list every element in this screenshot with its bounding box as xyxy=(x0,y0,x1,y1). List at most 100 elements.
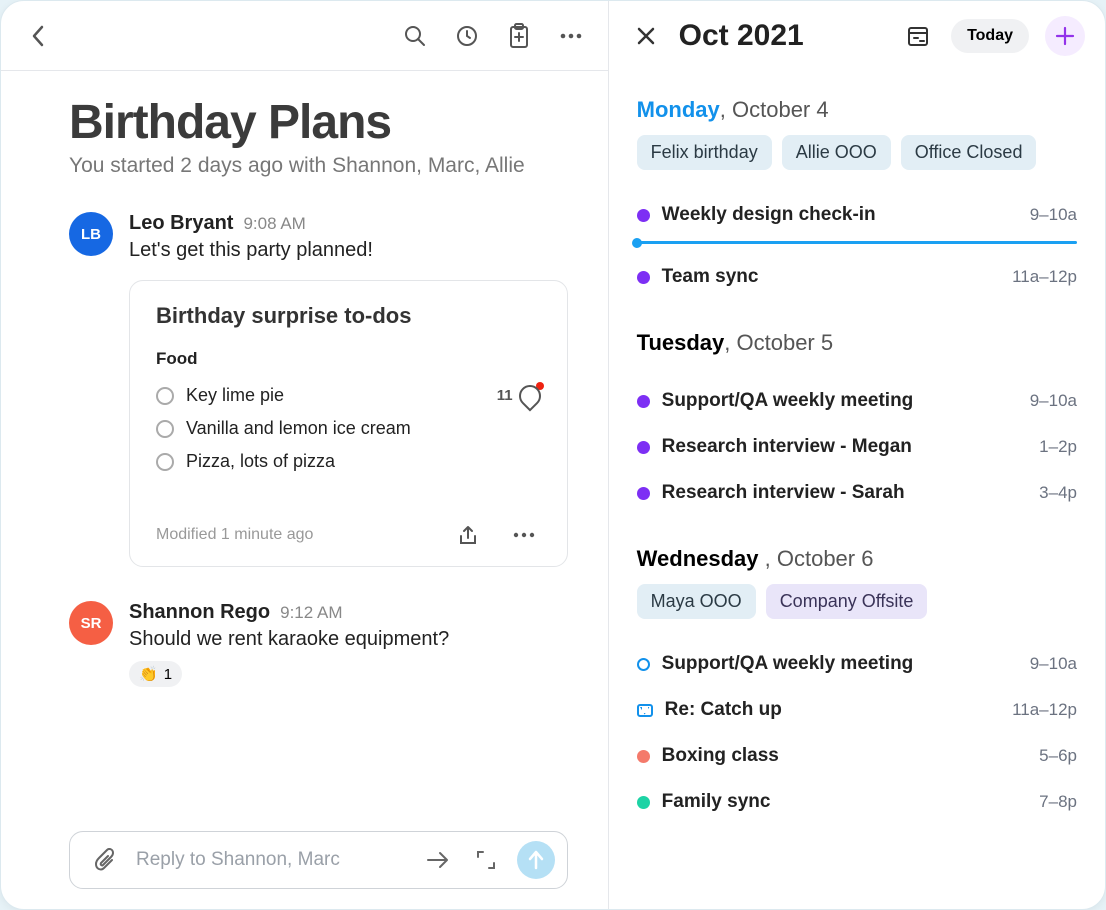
day-date: , October 6 xyxy=(765,546,874,571)
allday-chip[interactable]: Felix birthday xyxy=(637,135,772,170)
calendar-pane: Oct 2021 Today Monday, October 4Felix bi… xyxy=(609,1,1105,909)
message-time: 9:08 AM xyxy=(243,214,305,234)
plus-icon xyxy=(1055,26,1075,46)
day-block: Monday, October 4 Felix birthday Allie OOO… xyxy=(637,97,1077,300)
mail-icon xyxy=(637,704,653,717)
event-dot-icon xyxy=(637,441,650,454)
agenda-list: Monday, October 4 Felix birthday Allie OOO… xyxy=(609,71,1105,909)
paperclip-icon xyxy=(94,848,116,872)
today-button[interactable]: Today xyxy=(951,19,1029,53)
expand-button[interactable] xyxy=(469,843,503,877)
message-body: Leo Bryant 9:08 AM Let's get this party pl… xyxy=(129,212,568,567)
day-date: , October 4 xyxy=(720,97,829,122)
reply-input[interactable] xyxy=(136,849,407,871)
avatar[interactable]: SR xyxy=(69,601,113,645)
more-button[interactable] xyxy=(554,19,588,53)
event-dot-icon xyxy=(637,395,650,408)
search-button[interactable] xyxy=(398,19,432,53)
event-row[interactable]: Support/QA weekly meeting9–10a xyxy=(637,641,1077,687)
day-header: Wednesday , October 6 xyxy=(637,546,1077,572)
clipboard-button[interactable] xyxy=(502,19,536,53)
arrow-right-icon xyxy=(426,850,450,870)
day-header: Monday, October 4 xyxy=(637,97,1077,123)
card-more-button[interactable] xyxy=(507,518,541,552)
search-icon xyxy=(403,24,427,48)
event-row[interactable]: Boxing class5–6p xyxy=(637,733,1077,779)
close-icon xyxy=(636,26,656,46)
history-button[interactable] xyxy=(450,19,484,53)
card-title: Birthday surprise to-dos xyxy=(156,303,541,329)
chat-content: Birthday Plans You started 2 days ago wi… xyxy=(1,71,608,823)
todo-checkbox[interactable] xyxy=(156,420,174,438)
allday-chip[interactable]: Allie OOO xyxy=(782,135,891,170)
event-title: Family sync xyxy=(662,791,1028,813)
event-row[interactable]: Support/QA weekly meeting 9–10a xyxy=(637,378,1077,424)
attach-button[interactable] xyxy=(88,843,122,877)
todo-item[interactable]: Pizza, lots of pizza xyxy=(156,445,541,478)
allday-chip[interactable]: Company Offsite xyxy=(766,584,928,619)
todo-label: Key lime pie xyxy=(186,385,284,406)
day-of-week: Wednesday xyxy=(637,546,765,571)
allday-chip[interactable]: Office Closed xyxy=(901,135,1037,170)
todo-checkbox[interactable] xyxy=(156,387,174,405)
chat-toolbar xyxy=(398,19,588,53)
event-row[interactable]: Family sync 7–8p xyxy=(637,779,1077,825)
event-title: Research interview - Megan xyxy=(662,436,1028,458)
avatar[interactable]: LB xyxy=(69,212,113,256)
event-row[interactable]: Re: Catch up11a–12p xyxy=(637,687,1077,733)
clock-icon xyxy=(455,24,479,48)
todo-label: Vanilla and lemon ice cream xyxy=(186,418,411,439)
message-body: Shannon Rego9:12 AMShould we rent karaok… xyxy=(129,601,568,687)
calendar-settings-button[interactable] xyxy=(901,19,935,53)
back-button[interactable] xyxy=(21,19,55,53)
close-calendar-button[interactable] xyxy=(629,19,663,53)
event-title: Support/QA weekly meeting xyxy=(662,390,1018,412)
event-time: 7–8p xyxy=(1039,792,1077,812)
send-button[interactable] xyxy=(517,841,555,879)
event-time: 9–10a xyxy=(1030,391,1077,411)
event-row[interactable]: Research interview - Megan1–2p xyxy=(637,424,1077,470)
card-modified-label: Modified 1 minute ago xyxy=(156,526,313,544)
todo-checkbox[interactable] xyxy=(156,453,174,471)
event-title: Re: Catch up xyxy=(665,699,1000,721)
event-time: 9–10a xyxy=(1030,205,1077,225)
share-button[interactable] xyxy=(451,518,485,552)
arrow-up-icon xyxy=(527,850,545,870)
todo-item[interactable]: Vanilla and lemon ice cream xyxy=(156,412,541,445)
message-text: Let's get this party planned! xyxy=(129,239,568,262)
current-time-indicator xyxy=(637,241,1077,244)
event-row[interactable]: Research interview - Sarah 3–4p xyxy=(637,470,1077,516)
comment-indicator[interactable]: 11 xyxy=(497,385,541,407)
card-section-header: Food xyxy=(156,349,541,369)
event-title: Research interview - Sarah xyxy=(662,482,1028,504)
event-dot-icon xyxy=(637,750,650,763)
day-block: Wednesday , October 6 Maya OOO Company Off… xyxy=(637,546,1077,825)
event-row[interactable]: Team sync11a–12p xyxy=(637,254,1077,300)
ellipsis-icon xyxy=(513,532,535,538)
event-time: 9–10a xyxy=(1030,654,1077,674)
todo-item[interactable]: Key lime pie xyxy=(156,379,497,412)
thread-title: Birthday Plans xyxy=(69,95,568,150)
calendar-adjust-icon xyxy=(906,24,930,48)
send-later-button[interactable] xyxy=(421,843,455,877)
reaction-count: 1 xyxy=(164,666,172,683)
event-dot-icon xyxy=(637,658,650,671)
allday-chip[interactable]: Maya OOO xyxy=(637,584,756,619)
day-block: Tuesday, October 5 Support/QA weekly meet… xyxy=(637,330,1077,516)
message: LB Leo Bryant 9:08 AM Let's get this party … xyxy=(69,212,568,567)
day-header: Tuesday, October 5 xyxy=(637,330,1077,356)
event-title: Boxing class xyxy=(662,745,1028,767)
ellipsis-icon xyxy=(559,33,583,39)
reaction-chip[interactable]: 👏1 xyxy=(129,661,182,687)
add-event-button[interactable] xyxy=(1045,16,1085,56)
share-icon xyxy=(457,524,479,546)
event-title: Team sync xyxy=(662,266,1000,288)
todo-card[interactable]: Birthday surprise to-dos Food Key lime pie… xyxy=(129,280,568,567)
event-time: 3–4p xyxy=(1039,483,1077,503)
day-of-week: Monday xyxy=(637,97,720,122)
reply-composer[interactable] xyxy=(69,831,568,889)
event-dot-icon xyxy=(637,796,650,809)
event-row[interactable]: Weekly design check-in9–10a xyxy=(637,192,1077,238)
reaction-emoji: 👏 xyxy=(139,665,158,683)
message-author: Leo Bryant xyxy=(129,212,233,235)
